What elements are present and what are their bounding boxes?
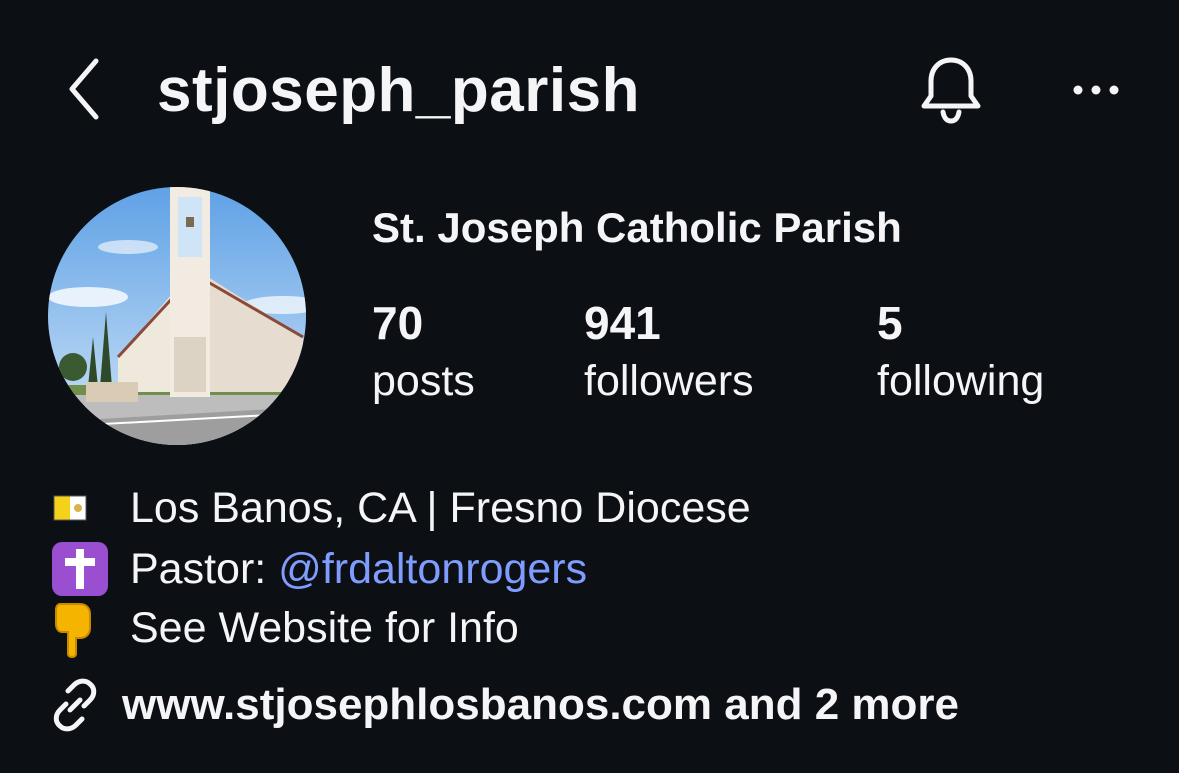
profile-avatar[interactable] [48,187,306,445]
vatican-flag-icon [50,478,114,538]
bio-pastor-line: Pastor: @frdaltonrogers [50,539,587,599]
bio-location-line: Los Banos, CA | Fresno Diocese [50,478,751,538]
bell-icon [921,57,981,124]
profile-links[interactable]: www.stjosephlosbanos.com and 2 more [48,670,959,740]
cross-icon [50,539,114,599]
back-button[interactable] [52,52,116,126]
notifications-button[interactable] [908,50,994,130]
bio-website-info-text: See Website for Info [130,604,519,652]
website-link-text: www.stjosephlosbanos.com and 2 more [122,680,959,729]
chevron-left-icon [69,58,99,120]
more-horizontal-icon [1073,85,1119,95]
bio-website-info-line: See Website for Info [50,598,519,658]
pointing-down-icon [50,598,114,658]
followers-count: 941 [584,297,661,349]
followers-stat[interactable]: 941 followers [584,296,754,412]
posts-count: 70 [372,297,424,349]
church-photo [48,187,306,445]
following-count: 5 [877,297,903,349]
posts-label: posts [372,357,475,405]
profile-display-name: St. Joseph Catholic Parish [372,204,902,251]
more-options-button[interactable] [1058,60,1134,120]
bio-pastor-prefix: Pastor: [130,545,279,593]
followers-label: followers [584,357,754,405]
link-icon [48,676,106,734]
bio-location-text: Los Banos, CA | Fresno Diocese [130,484,751,532]
profile-username: stjoseph_parish [157,56,640,125]
posts-stat[interactable]: 70 posts [372,296,475,412]
following-label: following [877,357,1045,405]
following-stat[interactable]: 5 following [877,296,1044,412]
pastor-mention-link[interactable]: @frdaltonrogers [278,545,587,593]
